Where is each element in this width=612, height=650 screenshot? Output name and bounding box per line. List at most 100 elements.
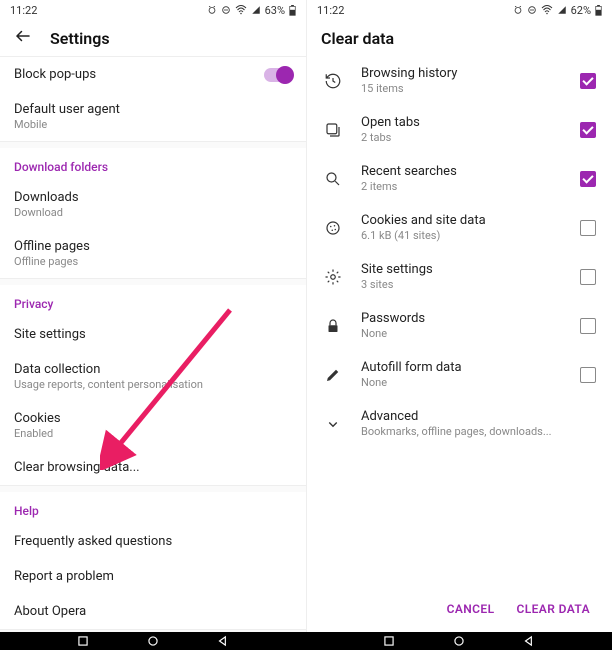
row-label: Report a problem (14, 569, 114, 584)
toggle-switch[interactable] (264, 68, 292, 82)
row-block-popups[interactable]: Block pop-ups (0, 57, 306, 92)
battery-icon (289, 5, 296, 16)
dnd-icon (221, 5, 231, 15)
battery-percent: 62% (571, 4, 591, 17)
row-advanced[interactable]: AdvancedBookmarks, offline pages, downlo… (307, 399, 612, 448)
row-cookies[interactable]: Cookies Enabled (0, 401, 306, 450)
item-title: Site settings (361, 262, 562, 277)
row-downloads[interactable]: Downloads Download (0, 180, 306, 229)
section-header: Help (0, 492, 306, 524)
item-title: Advanced (361, 409, 596, 424)
signal-icon (557, 5, 567, 15)
row-site-settings[interactable]: Site settings (0, 317, 306, 352)
nav-recent-icon[interactable] (76, 634, 90, 648)
pencil-icon (323, 366, 343, 384)
row-label: Site settings (14, 327, 86, 342)
item-sub: 2 tabs (361, 131, 562, 144)
back-button[interactable] (14, 27, 32, 49)
row-open-tabs[interactable]: Open tabs2 tabs (307, 105, 612, 154)
page-title: Settings (50, 29, 110, 48)
row-faq[interactable]: Frequently asked questions (0, 524, 306, 559)
section-privacy: Privacy Site settings Data collection Us… (0, 285, 306, 486)
status-indicators: 62% (513, 4, 602, 17)
row-label: Data collection (14, 362, 100, 377)
item-title: Autofill form data (361, 360, 562, 375)
nav-home-icon[interactable] (146, 634, 160, 648)
row-label: Offline pages (14, 239, 90, 254)
row-label: Cookies (14, 411, 61, 426)
row-data-collection[interactable]: Data collection Usage reports, content p… (0, 352, 306, 401)
row-sub: Offline pages (14, 255, 292, 268)
item-title: Browsing history (361, 66, 562, 81)
row-user-agent[interactable]: Default user agent Mobile (0, 92, 306, 141)
row-label: About Opera (14, 604, 86, 619)
clear-data-list: Browsing history15 items Open tabs2 tabs… (307, 56, 612, 588)
row-browsing-history[interactable]: Browsing history15 items (307, 56, 612, 105)
alarm-icon (207, 5, 217, 15)
row-sub: Enabled (14, 427, 292, 440)
item-sub: 6.1 kB (41 sites) (361, 229, 562, 242)
row-passwords[interactable]: PasswordsNone (307, 301, 612, 350)
android-nav-bar (0, 632, 612, 650)
section-header: Privacy (0, 285, 306, 317)
dialog-actions: CANCEL CLEAR DATA (307, 588, 612, 632)
row-label: Frequently asked questions (14, 534, 172, 549)
row-site-settings[interactable]: Site settings3 sites (307, 252, 612, 301)
checkbox[interactable] (580, 318, 596, 334)
nav-recent-icon[interactable] (382, 634, 396, 648)
clear-data-button[interactable]: CLEAR DATA (517, 602, 591, 616)
nav-home-icon[interactable] (452, 634, 466, 648)
section-downloads: Download folders Downloads Download Offl… (0, 148, 306, 279)
dnd-icon (527, 5, 537, 15)
signal-icon (251, 5, 261, 15)
status-bar: 11:22 62% (307, 0, 612, 20)
title-bar: Clear data (307, 20, 612, 56)
search-icon (323, 170, 343, 188)
nav-back-icon[interactable] (522, 634, 536, 648)
battery-icon (595, 5, 602, 16)
cancel-button[interactable]: CANCEL (447, 602, 495, 616)
item-title: Open tabs (361, 115, 562, 130)
history-icon (323, 72, 343, 90)
checkbox[interactable] (580, 73, 596, 89)
cookie-icon (323, 219, 343, 237)
row-label: Default user agent (14, 102, 120, 117)
row-report-problem[interactable]: Report a problem (0, 559, 306, 594)
status-time: 11:22 (10, 4, 37, 17)
gear-icon (323, 268, 343, 286)
checkbox[interactable] (580, 269, 596, 285)
item-sub: None (361, 327, 562, 340)
tabs-icon (323, 121, 343, 139)
checkbox[interactable] (580, 171, 596, 187)
alarm-icon (513, 5, 523, 15)
checkbox[interactable] (580, 122, 596, 138)
row-recent-searches[interactable]: Recent searches2 items (307, 154, 612, 203)
title-bar: Settings (0, 20, 306, 56)
settings-list[interactable]: Block pop-ups Default user agent Mobile … (0, 56, 306, 632)
row-clear-browsing-data[interactable]: Clear browsing data... (0, 450, 306, 485)
item-sub: 3 sites (361, 278, 562, 291)
row-label: Downloads (14, 190, 79, 205)
checkbox[interactable] (580, 220, 596, 236)
wifi-icon (235, 5, 247, 15)
item-title: Passwords (361, 311, 562, 326)
item-sub: Bookmarks, offline pages, downloads... (361, 425, 596, 438)
row-label: Block pop-ups (14, 67, 96, 82)
section-help: Help Frequently asked questions Report a… (0, 492, 306, 630)
lock-icon (323, 317, 343, 335)
arrow-left-icon (14, 27, 32, 45)
status-time: 11:22 (317, 4, 344, 17)
nav-back-icon[interactable] (216, 634, 230, 648)
chevron-down-icon (323, 415, 343, 433)
settings-screen: 11:22 63% Settings Block pop-ups Default (0, 0, 306, 632)
row-sub: Mobile (14, 118, 292, 131)
checkbox[interactable] (580, 367, 596, 383)
item-title: Recent searches (361, 164, 562, 179)
row-about-opera[interactable]: About Opera (0, 594, 306, 629)
row-offline-pages[interactable]: Offline pages Offline pages (0, 229, 306, 278)
page-title: Clear data (321, 29, 394, 48)
row-autofill[interactable]: Autofill form dataNone (307, 350, 612, 399)
wifi-icon (541, 5, 553, 15)
battery-percent: 63% (265, 4, 285, 17)
row-cookies-site-data[interactable]: Cookies and site data6.1 kB (41 sites) (307, 203, 612, 252)
